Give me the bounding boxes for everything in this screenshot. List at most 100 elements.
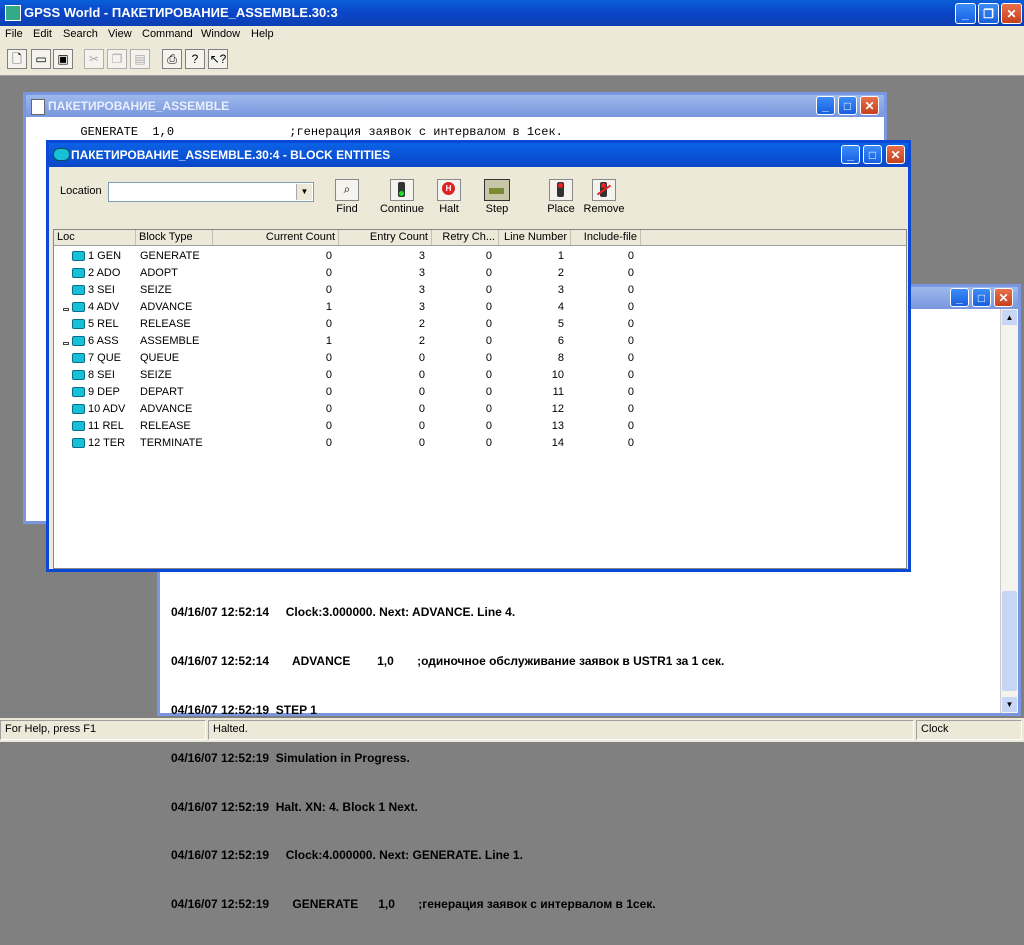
cell-loc: 7 QUE bbox=[88, 352, 122, 364]
step-button[interactable]: Step bbox=[477, 179, 517, 215]
column-header-current-count[interactable]: Current Count bbox=[213, 230, 339, 245]
cut-icon[interactable]: ✂ bbox=[84, 49, 104, 69]
save-icon[interactable]: ▣ bbox=[53, 49, 73, 69]
find-button[interactable]: ⌕ Find bbox=[325, 179, 369, 215]
log-line: 04/16/07 12:52:19 GENERATE 1,0 ;генераци… bbox=[171, 897, 656, 912]
block-icon bbox=[72, 404, 85, 414]
log-line: 04/16/07 12:52:19 Simulation in Progress… bbox=[171, 751, 410, 766]
cell-include-file: 0 bbox=[627, 403, 634, 415]
menu-window[interactable]: Window bbox=[201, 28, 240, 40]
cell-current-count: 0 bbox=[325, 403, 332, 415]
cell-current-count: 1 bbox=[325, 335, 332, 347]
app-icon bbox=[5, 5, 21, 21]
cell-current-count: 1 bbox=[325, 301, 332, 313]
context-help-icon[interactable]: ↖? bbox=[208, 49, 228, 69]
minimize-icon[interactable]: _ bbox=[816, 96, 835, 115]
cell-block-type: ASSEMBLE bbox=[140, 335, 200, 347]
scroll-up-icon[interactable]: ▲ bbox=[1002, 310, 1017, 325]
new-icon[interactable]: 🗋 bbox=[7, 49, 27, 69]
cell-retry-chain: 0 bbox=[485, 335, 492, 347]
cell-block-type: RELEASE bbox=[140, 420, 191, 432]
scroll-thumb[interactable] bbox=[1002, 591, 1017, 691]
red-light-icon bbox=[549, 179, 573, 201]
cell-retry-chain: 0 bbox=[485, 437, 492, 449]
document-icon bbox=[31, 99, 45, 115]
table-row[interactable]: 8 SEI SEIZE 0 0 0 10 0 bbox=[54, 367, 906, 384]
menu-view[interactable]: View bbox=[108, 28, 132, 40]
column-header-line-number[interactable]: Line Number bbox=[499, 230, 571, 245]
location-label: Location bbox=[60, 185, 102, 197]
table-row[interactable]: 12 TER TERMINATE 0 0 0 14 0 bbox=[54, 435, 906, 452]
table-row[interactable]: 1 GEN GENERATE 0 3 0 1 0 bbox=[54, 248, 906, 265]
maximize-icon[interactable]: □ bbox=[838, 96, 857, 115]
cell-loc: 11 REL bbox=[88, 420, 124, 432]
location-combobox[interactable]: ▼ bbox=[108, 182, 314, 202]
maximize-icon[interactable]: □ bbox=[972, 288, 991, 307]
maximize-icon[interactable]: □ bbox=[863, 145, 882, 164]
cell-entry-count: 0 bbox=[418, 386, 425, 398]
table-row[interactable]: 11 REL RELEASE 0 0 0 13 0 bbox=[54, 418, 906, 435]
minimize-icon[interactable]: _ bbox=[955, 3, 976, 24]
menu-search[interactable]: Search bbox=[63, 28, 98, 40]
halt-button[interactable]: H Halt bbox=[429, 179, 469, 215]
scroll-down-icon[interactable]: ▼ bbox=[1002, 697, 1017, 712]
table-row[interactable]: 4 ADV ADVANCE 1 3 0 4 0 bbox=[54, 299, 906, 316]
close-icon[interactable]: ✕ bbox=[886, 145, 905, 164]
menu-help[interactable]: Help bbox=[251, 28, 274, 40]
chevron-down-icon[interactable]: ▼ bbox=[296, 184, 312, 200]
cell-current-count: 0 bbox=[325, 284, 332, 296]
table-row[interactable]: 9 DEP DEPART 0 0 0 11 0 bbox=[54, 384, 906, 401]
status-clock: Clock bbox=[916, 720, 1022, 740]
cell-line-number: 4 bbox=[557, 301, 564, 313]
paste-icon[interactable]: ▤ bbox=[130, 49, 150, 69]
cell-loc: 1 GEN bbox=[88, 250, 122, 262]
help-icon[interactable]: ? bbox=[185, 49, 205, 69]
menu-file[interactable]: File bbox=[5, 28, 23, 40]
cell-block-type: SEIZE bbox=[140, 284, 172, 296]
table-row[interactable]: 2 ADO ADOPT 0 3 0 2 0 bbox=[54, 265, 906, 282]
transaction-marker-icon bbox=[63, 342, 69, 345]
column-header-block-type[interactable]: Block Type bbox=[136, 230, 213, 245]
open-icon[interactable]: ▭ bbox=[31, 49, 51, 69]
cell-entry-count: 0 bbox=[418, 420, 425, 432]
close-icon[interactable]: ✕ bbox=[860, 96, 879, 115]
block-icon bbox=[72, 268, 85, 278]
cell-retry-chain: 0 bbox=[485, 284, 492, 296]
table-row[interactable]: 7 QUE QUEUE 0 0 0 8 0 bbox=[54, 350, 906, 367]
cell-retry-chain: 0 bbox=[485, 420, 492, 432]
copy-icon[interactable]: ❐ bbox=[107, 49, 127, 69]
continue-button[interactable]: Continue bbox=[375, 179, 429, 215]
table-row[interactable]: 5 REL RELEASE 0 2 0 5 0 bbox=[54, 316, 906, 333]
restore-icon[interactable]: ❐ bbox=[978, 3, 999, 24]
block-icon bbox=[72, 302, 85, 312]
print-icon[interactable]: ⎙ bbox=[162, 49, 182, 69]
minimize-icon[interactable]: _ bbox=[841, 145, 860, 164]
vertical-scrollbar[interactable]: ▲ ▼ bbox=[1000, 309, 1018, 713]
close-icon[interactable]: ✕ bbox=[994, 288, 1013, 307]
cell-entry-count: 2 bbox=[418, 335, 425, 347]
block-entities-table: Loc Block Type Current Count Entry Count… bbox=[53, 229, 907, 569]
close-icon[interactable]: ✕ bbox=[1001, 3, 1022, 24]
cell-entry-count: 3 bbox=[418, 267, 425, 279]
remove-button[interactable]: Remove bbox=[582, 179, 626, 215]
remove-icon bbox=[592, 179, 616, 201]
cell-entry-count: 0 bbox=[418, 352, 425, 364]
cell-include-file: 0 bbox=[627, 267, 634, 279]
table-row[interactable]: 10 ADV ADVANCE 0 0 0 12 0 bbox=[54, 401, 906, 418]
cell-loc: 10 ADV bbox=[88, 403, 126, 415]
menu-command[interactable]: Command bbox=[142, 28, 193, 40]
place-button[interactable]: Place bbox=[541, 179, 581, 215]
column-header-retry-chain[interactable]: Retry Ch... bbox=[432, 230, 499, 245]
cell-retry-chain: 0 bbox=[485, 267, 492, 279]
column-header-include-file[interactable]: Include-file bbox=[571, 230, 641, 245]
table-row[interactable]: 6 ASS ASSEMBLE 1 2 0 6 0 bbox=[54, 333, 906, 350]
minimize-icon[interactable]: _ bbox=[950, 288, 969, 307]
cell-retry-chain: 0 bbox=[485, 369, 492, 381]
menu-edit[interactable]: Edit bbox=[33, 28, 52, 40]
cell-include-file: 0 bbox=[627, 352, 634, 364]
cell-loc: 9 DEP bbox=[88, 386, 120, 398]
table-row[interactable]: 3 SEI SEIZE 0 3 0 3 0 bbox=[54, 282, 906, 299]
cell-include-file: 0 bbox=[627, 437, 634, 449]
column-header-loc[interactable]: Loc bbox=[54, 230, 136, 245]
column-header-entry-count[interactable]: Entry Count bbox=[339, 230, 432, 245]
